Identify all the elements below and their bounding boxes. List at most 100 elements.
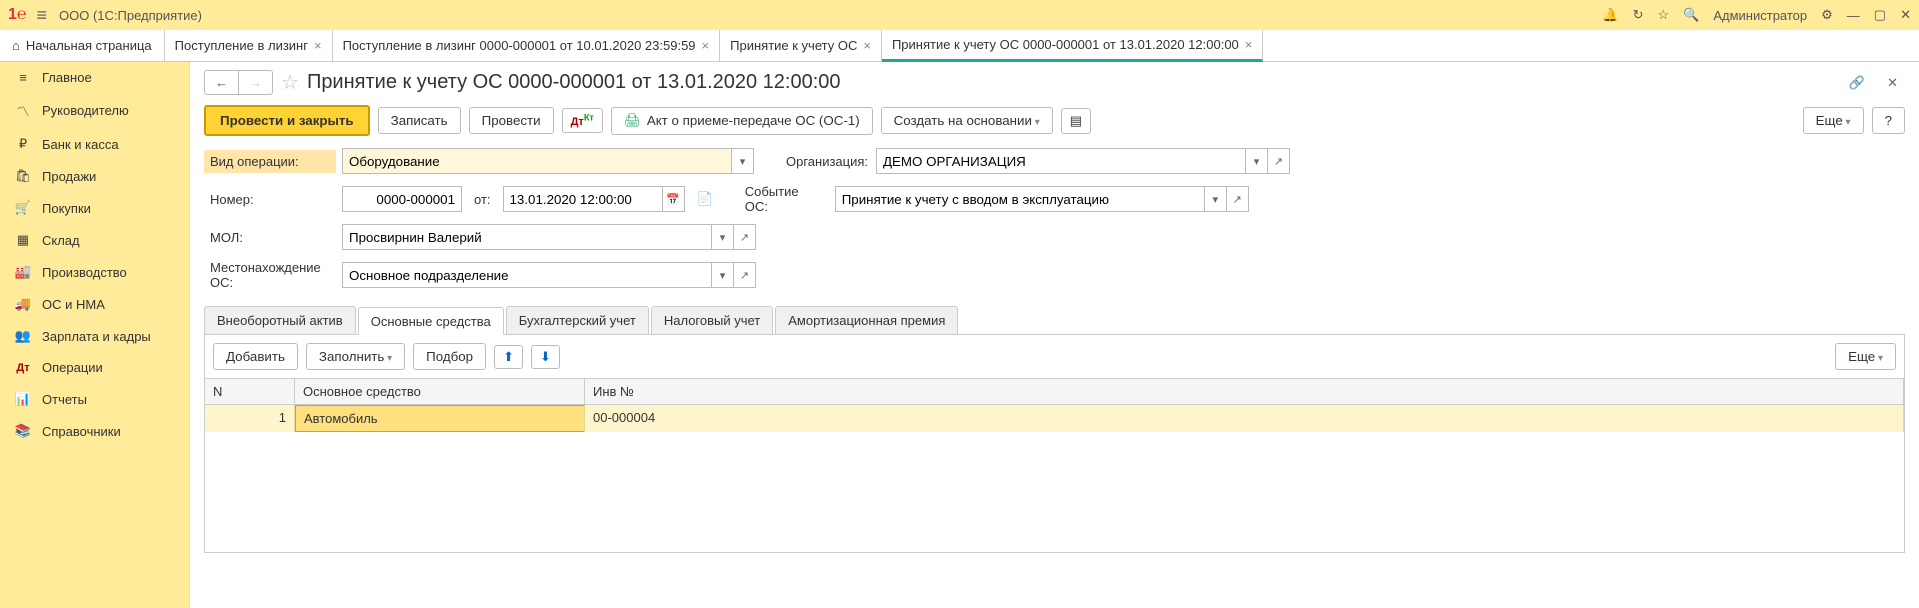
from-label: от:	[474, 192, 491, 207]
close-icon[interactable]: ×	[702, 38, 710, 53]
tab-acceptance-list[interactable]: Принятие к учету ОС ×	[720, 30, 882, 61]
settings-icon[interactable]: ⚙	[1821, 7, 1833, 23]
col-header-asset[interactable]: Основное средство	[295, 379, 585, 404]
pick-button[interactable]: Подбор	[413, 343, 486, 370]
post-button[interactable]: Провести	[469, 107, 554, 134]
dropdown-icon[interactable]: ▾	[712, 224, 734, 250]
minimize-icon[interactable]: —	[1847, 8, 1860, 23]
sidebar-item-assets[interactable]: 🚚ОС и НМА	[0, 288, 189, 320]
back-button[interactable]: ←	[205, 71, 239, 94]
dtct-button[interactable]: ДтКт	[562, 108, 603, 134]
sidebar-item-purchases[interactable]: 🛒Покупки	[0, 192, 189, 224]
add-button[interactable]: Добавить	[213, 343, 298, 370]
home-tab-label: Начальная страница	[26, 38, 152, 53]
fill-button[interactable]: Заполнить	[306, 343, 405, 370]
search-icon[interactable]: 🔍	[1683, 7, 1699, 23]
document-title: Принятие к учету ОС 0000-000001 от 13.01…	[307, 71, 841, 94]
forward-button[interactable]: →	[239, 71, 272, 94]
sidebar-item-bank[interactable]: ₽Банк и касса	[0, 128, 189, 160]
home-tab[interactable]: ⌂ Начальная страница	[0, 30, 165, 61]
sidebar-item-salary[interactable]: 👥Зарплата и кадры	[0, 320, 189, 352]
user-label[interactable]: Администратор	[1713, 8, 1807, 23]
dropdown-icon[interactable]: ▾	[732, 148, 754, 174]
history-icon[interactable]: ↻	[1633, 7, 1644, 23]
table-empty-area[interactable]	[205, 432, 1904, 552]
form-tabs: Внеоборотный актив Основные средства Бух…	[204, 306, 1905, 335]
table-row[interactable]: 1 Автомобиль 00-000004	[205, 405, 1904, 432]
sidebar-item-warehouse[interactable]: ▦Склад	[0, 224, 189, 256]
move-down-icon[interactable]: ⬇	[531, 345, 560, 369]
save-button[interactable]: Записать	[378, 107, 461, 134]
tab-noncurrent-asset[interactable]: Внеоборотный актив	[204, 306, 356, 334]
org-input[interactable]	[876, 148, 1246, 174]
date-input[interactable]	[503, 186, 663, 212]
chart-icon: 〽	[14, 101, 32, 120]
tab-depreciation-bonus[interactable]: Амортизационная премия	[775, 306, 958, 334]
link-icon[interactable]: 🔗	[1842, 71, 1872, 95]
sidebar-item-manager[interactable]: 〽Руководителю	[0, 93, 189, 128]
mol-label: МОЛ:	[204, 226, 336, 249]
dtct-icon: Дт	[14, 362, 32, 374]
create-based-button[interactable]: Создать на основании	[881, 107, 1053, 134]
col-header-n[interactable]: N	[205, 379, 295, 404]
sidebar-item-sales[interactable]: 🛍Продажи	[0, 160, 189, 192]
open-ref-icon[interactable]: ↗	[1268, 148, 1290, 174]
number-input[interactable]	[342, 186, 462, 212]
close-icon[interactable]: ×	[314, 38, 322, 53]
event-label: Событие ОС:	[739, 180, 829, 218]
people-icon: 👥	[14, 328, 32, 344]
restore-icon[interactable]: ▢	[1874, 7, 1886, 23]
star-icon[interactable]: ☆	[1658, 7, 1670, 23]
post-and-close-button[interactable]: Провести и закрыть	[204, 105, 370, 136]
table-more-button[interactable]: Еще	[1835, 343, 1896, 370]
bell-icon[interactable]: 🔔	[1602, 7, 1618, 23]
table-toolbar: Добавить Заполнить Подбор ⬆ ⬇ Еще	[204, 335, 1905, 379]
sidebar-item-production[interactable]: 🏭Производство	[0, 256, 189, 288]
structure-icon[interactable]: ▤	[1061, 108, 1091, 134]
move-up-icon[interactable]: ⬆	[494, 345, 523, 369]
sidebar-item-reports[interactable]: 📊Отчеты	[0, 383, 189, 415]
tab-fixed-assets[interactable]: Основные средства	[358, 307, 504, 335]
op-type-input[interactable]	[342, 148, 732, 174]
more-button[interactable]: Еще	[1803, 107, 1864, 134]
open-ref-icon[interactable]: ↗	[1227, 186, 1249, 212]
favorite-star-icon[interactable]: ☆	[281, 70, 299, 95]
close-doc-icon[interactable]: ✕	[1880, 71, 1905, 95]
sidebar-item-operations[interactable]: ДтОперации	[0, 352, 189, 383]
books-icon: 📚	[14, 423, 32, 439]
close-icon[interactable]: ×	[1245, 37, 1253, 52]
bars-icon: 📊	[14, 391, 32, 407]
factory-icon: 🏭	[14, 264, 32, 280]
menu-icon[interactable]: ≡	[37, 5, 48, 26]
print-act-button[interactable]: 🖨 Акт о приеме-передаче ОС (ОС-1)	[611, 107, 873, 135]
open-ref-icon[interactable]: ↗	[734, 224, 756, 250]
tab-tax-accounting[interactable]: Налоговый учет	[651, 306, 773, 334]
nav-arrows: ← →	[204, 70, 273, 95]
dropdown-icon[interactable]: ▾	[1246, 148, 1268, 174]
close-window-icon[interactable]: ✕	[1900, 7, 1911, 23]
cell-inv: 00-000004	[585, 405, 1904, 432]
location-input[interactable]	[342, 262, 712, 288]
event-input[interactable]	[835, 186, 1205, 212]
mol-input[interactable]	[342, 224, 712, 250]
ruble-icon: ₽	[14, 136, 32, 152]
open-ref-icon[interactable]: ↗	[734, 262, 756, 288]
posted-icon[interactable]: 📄	[697, 191, 713, 207]
close-icon[interactable]: ×	[863, 38, 871, 53]
calendar-icon[interactable]: 📅	[663, 186, 685, 212]
tab-leasing-list[interactable]: Поступление в лизинг ×	[165, 30, 333, 61]
sidebar-item-catalogs[interactable]: 📚Справочники	[0, 415, 189, 447]
help-button[interactable]: ?	[1872, 107, 1905, 134]
tab-accounting[interactable]: Бухгалтерский учет	[506, 306, 649, 334]
dropdown-icon[interactable]: ▾	[712, 262, 734, 288]
sidebar-item-main[interactable]: ≡Главное	[0, 62, 189, 93]
col-header-inv[interactable]: Инв №	[585, 379, 1904, 404]
app-title: ООО (1С:Предприятие)	[59, 8, 202, 23]
dropdown-icon[interactable]: ▾	[1205, 186, 1227, 212]
main-icon: ≡	[14, 70, 32, 85]
op-type-label: Вид операции:	[204, 150, 336, 173]
location-label: Местонахождение ОС:	[204, 256, 336, 294]
tab-leasing-doc[interactable]: Поступление в лизинг 0000-000001 от 10.0…	[333, 30, 721, 61]
tab-acceptance-doc[interactable]: Принятие к учету ОС 0000-000001 от 13.01…	[882, 30, 1263, 62]
cell-asset[interactable]: Автомобиль	[295, 405, 585, 432]
